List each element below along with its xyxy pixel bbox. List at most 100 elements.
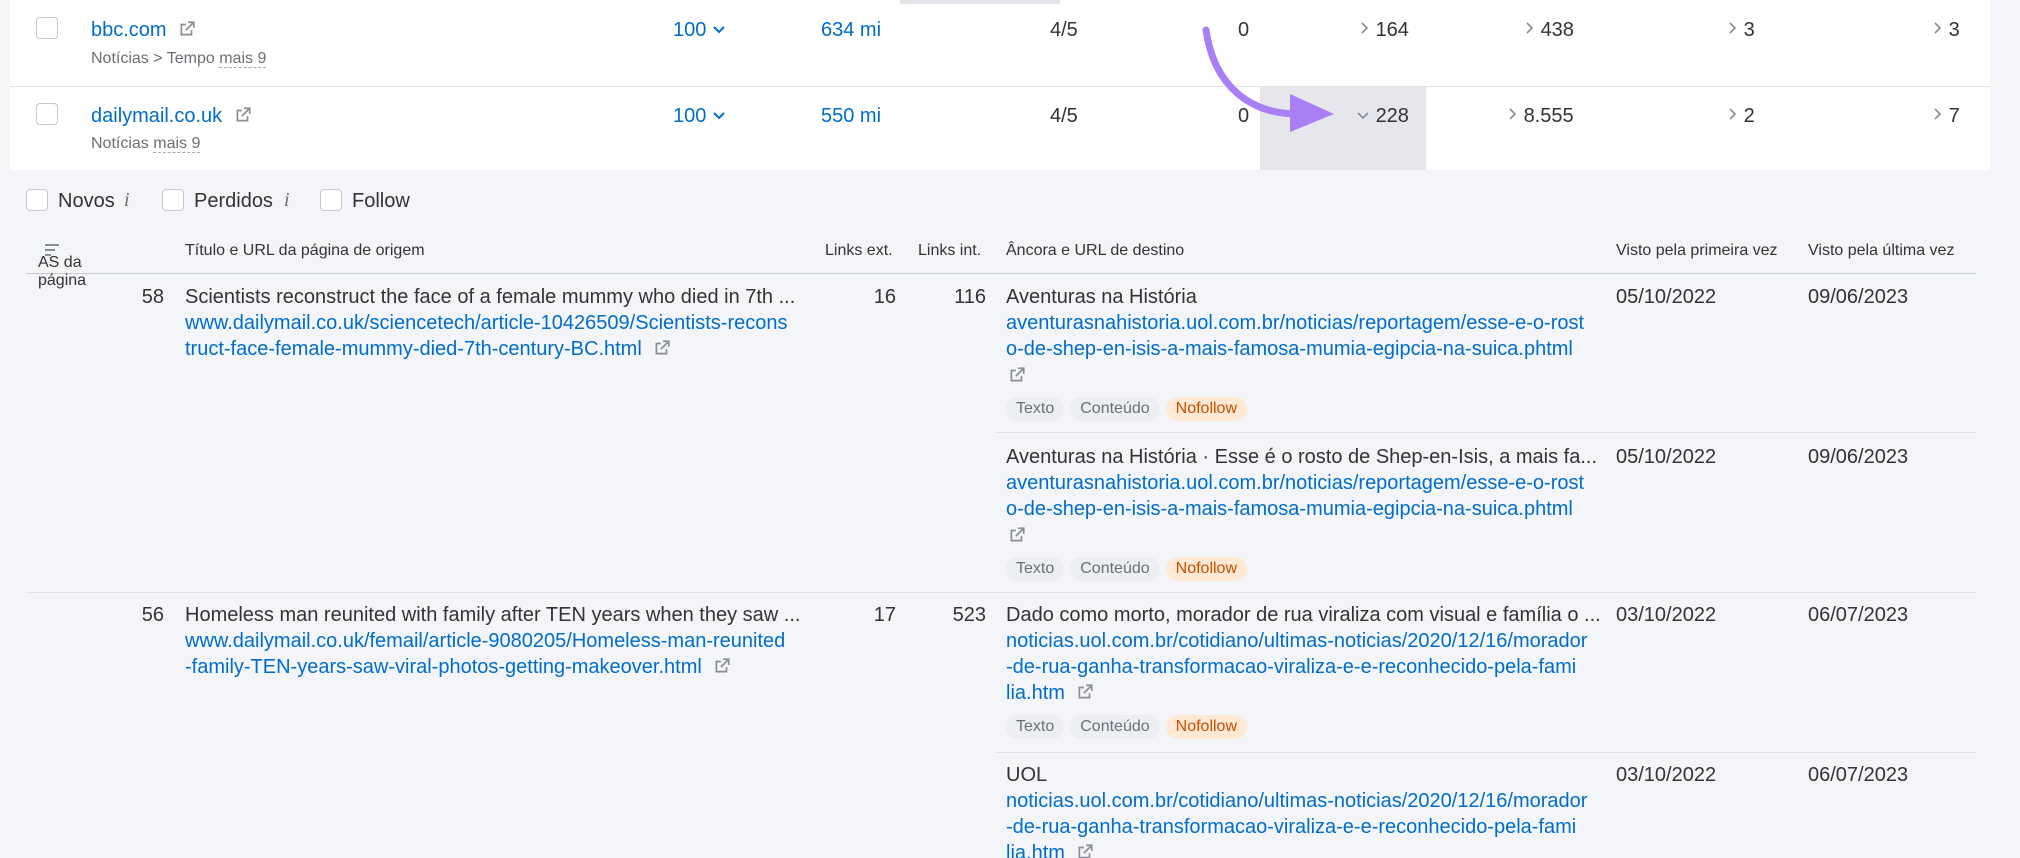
info-icon[interactable]: i <box>284 189 290 212</box>
external-link-icon[interactable] <box>1008 526 1026 544</box>
scrollbar-track[interactable] <box>1990 0 2020 858</box>
backlink-row: 56 Homeless man reunited with family aft… <box>26 592 1976 858</box>
domains-card: bbc.com Notícias > Tempo mais 9 100 634 … <box>10 0 1990 170</box>
new-filter-checkbox[interactable] <box>26 189 48 211</box>
chevron-down-icon <box>713 26 725 34</box>
target-url-cont[interactable]: o-de-shep-en-isis-a-mais-famosa-mumia-eg… <box>1006 496 1573 522</box>
tag-content: Conteúdo <box>1070 557 1160 581</box>
expand-cell-3[interactable]: 3 <box>1728 19 1755 42</box>
chevron-right-icon <box>1729 22 1737 34</box>
source-url[interactable]: www.dailymail.co.uk/femail/article-90802… <box>185 628 785 654</box>
target-url-end[interactable]: lia.htm <box>1006 840 1094 858</box>
anchor-text: Dado como morto, morador de rua viraliza… <box>1006 604 1601 626</box>
column-last-seen-header: Visto pela última vez <box>1808 242 1955 259</box>
link-tags: Texto Conteúdo Nofollow <box>1006 714 1253 739</box>
column-anchor-header: Âncora e URL de destino <box>1006 242 1185 259</box>
column-ext-header: Links ext. <box>825 242 893 259</box>
external-link-icon[interactable] <box>234 106 252 124</box>
chevron-right-icon <box>1361 22 1369 34</box>
external-link-icon[interactable] <box>1008 366 1026 384</box>
tag-content: Conteúdo <box>1070 715 1160 739</box>
follow-filter-label: Follow <box>352 190 410 212</box>
expand-cell-1-active[interactable]: 228 <box>1356 105 1409 128</box>
target-url[interactable]: aventurasnahistoria.uol.com.br/noticias/… <box>1006 470 1584 496</box>
column-as-header[interactable]: AS da página <box>38 242 86 289</box>
int-links-value: 116 <box>954 286 986 308</box>
authority-score-dropdown[interactable]: 100 <box>673 105 726 128</box>
source-title: Scientists reconstruct the face of a fem… <box>185 286 796 308</box>
expand-cell-1[interactable]: 164 <box>1360 19 1409 42</box>
expand-cell-3[interactable]: 2 <box>1728 105 1755 128</box>
first-seen-date: 05/10/2022 <box>1616 286 1717 308</box>
traffic-value[interactable]: 550 mi <box>821 105 881 128</box>
source-url-cont[interactable]: truct-face-female-mummy-died-7th-century… <box>185 336 671 362</box>
column-first-seen-header: Visto pela primeira vez <box>1616 242 1778 259</box>
row-divider <box>10 86 1990 87</box>
row-checkbox[interactable] <box>36 103 58 125</box>
chevron-right-icon <box>1934 22 1942 34</box>
external-link-icon[interactable] <box>713 657 731 675</box>
target-url-cont[interactable]: -de-rua-ganha-transformacao-viraliza-e-e… <box>1006 814 1576 840</box>
source-url[interactable]: www.dailymail.co.uk/sciencetech/article-… <box>185 310 788 336</box>
source-url-cont[interactable]: -family-TEN-years-saw-viral-photos-getti… <box>185 654 731 680</box>
tag-nofollow: Nofollow <box>1165 557 1247 581</box>
anchor-text: Aventuras na História · Esse é o rosto d… <box>1006 446 1598 468</box>
ext-links-value: 16 <box>873 286 896 308</box>
column-highlight-top <box>900 0 1060 4</box>
tag-text: Texto <box>1006 715 1065 739</box>
expand-cell-4[interactable]: 7 <box>1933 105 1960 128</box>
new-filter-label: Novos <box>58 190 115 212</box>
chevron-down-icon <box>1357 112 1369 120</box>
ratio-value: 4/5 <box>1050 19 1078 41</box>
annotation-arrow <box>1202 26 1334 132</box>
anchor-text: Aventuras na História <box>1006 286 1197 308</box>
first-seen-date: 05/10/2022 <box>1616 446 1717 468</box>
chevron-right-icon <box>1729 108 1737 120</box>
target-url-cont[interactable]: -de-rua-ganha-transformacao-viraliza-e-e… <box>1006 654 1576 680</box>
info-icon[interactable]: i <box>124 189 130 212</box>
external-link-icon[interactable] <box>1076 843 1094 858</box>
anchor-text: UOL <box>1006 764 1048 786</box>
lost-filter-label: Perdidos <box>194 190 273 212</box>
target-url[interactable]: noticias.uol.com.br/cotidiano/ultimas-no… <box>1006 788 1587 814</box>
tag-text: Texto <box>1006 397 1065 421</box>
last-seen-date: 06/07/2023 <box>1808 604 1909 626</box>
external-link-icon[interactable] <box>178 20 196 38</box>
external-link-icon[interactable] <box>1076 683 1094 701</box>
domain-category: Notícias > Tempo mais 9 <box>91 50 267 68</box>
target-url[interactable]: aventurasnahistoria.uol.com.br/noticias/… <box>1006 310 1584 336</box>
ratio-value: 4/5 <box>1050 105 1078 127</box>
chevron-right-icon <box>1509 108 1517 120</box>
authority-score-dropdown[interactable]: 100 <box>673 19 726 42</box>
row-checkbox[interactable] <box>36 17 58 39</box>
last-seen-date: 09/06/2023 <box>1808 446 1909 468</box>
chevron-down-icon <box>713 112 725 120</box>
expand-cell-2[interactable]: 438 <box>1525 19 1574 42</box>
external-link-icon[interactable] <box>653 339 671 357</box>
more-categories-link[interactable]: mais 9 <box>153 135 201 153</box>
target-url[interactable]: noticias.uol.com.br/cotidiano/ultimas-no… <box>1006 628 1587 654</box>
anchor-divider <box>996 432 1976 433</box>
traffic-value[interactable]: 634 mi <box>821 19 881 42</box>
lost-filter-checkbox[interactable] <box>162 189 184 211</box>
last-seen-date: 09/06/2023 <box>1808 286 1909 308</box>
chevron-right-icon <box>1934 108 1942 120</box>
expand-cell-2[interactable]: 8.555 <box>1508 105 1574 128</box>
column-int-header: Links int. <box>918 242 982 259</box>
more-categories-link[interactable]: mais 9 <box>219 50 267 68</box>
follow-filter-checkbox[interactable] <box>320 189 342 211</box>
link-tags: Texto Conteúdo Nofollow <box>1006 556 1253 581</box>
backlinks-table-header: AS da página Título e URL da página de o… <box>26 230 1976 289</box>
int-links-value: 523 <box>952 604 986 626</box>
target-url-cont[interactable]: o-de-shep-en-isis-a-mais-famosa-mumia-eg… <box>1006 336 1573 362</box>
target-url-end[interactable]: lia.htm <box>1006 680 1094 706</box>
first-seen-date: 03/10/2022 <box>1616 764 1717 786</box>
expand-cell-4[interactable]: 3 <box>1933 19 1960 42</box>
tag-content: Conteúdo <box>1070 397 1160 421</box>
tag-nofollow: Nofollow <box>1165 715 1247 739</box>
source-title: Homeless man reunited with family after … <box>185 604 801 626</box>
domain-link[interactable]: dailymail.co.uk <box>91 105 252 128</box>
tag-nofollow: Nofollow <box>1165 397 1247 421</box>
domain-link[interactable]: bbc.com <box>91 19 196 42</box>
last-seen-date: 06/07/2023 <box>1808 764 1909 786</box>
